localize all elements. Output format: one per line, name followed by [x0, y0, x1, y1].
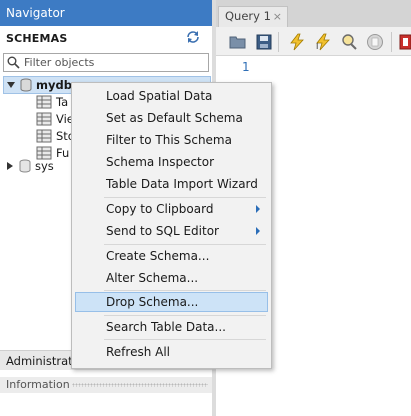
- menu-item-set-default-schema[interactable]: Set as Default Schema: [75, 108, 268, 128]
- open-folder-icon[interactable]: [229, 33, 247, 51]
- menu-separator: [104, 244, 266, 245]
- information-label: Information: [6, 378, 70, 391]
- explain-icon[interactable]: [340, 33, 358, 51]
- schema-context-menu: Load Spatial Data Set as Default Schema …: [71, 82, 272, 369]
- query-tab-label: Query 1: [225, 9, 271, 23]
- menu-item-drop-schema[interactable]: Drop Schema...: [75, 292, 268, 312]
- execute-icon[interactable]: [288, 33, 306, 51]
- tree-item-views[interactable]: Vie: [36, 110, 74, 128]
- close-tab-icon[interactable]: ×: [273, 7, 282, 26]
- menu-item-create-schema[interactable]: Create Schema...: [75, 246, 268, 266]
- information-panel: [0, 393, 212, 416]
- schemas-label: SCHEMAS: [6, 32, 68, 45]
- editor-toolbar: I: [216, 27, 411, 56]
- refresh-icon[interactable]: [186, 31, 200, 43]
- menu-item-refresh-all[interactable]: Refresh All: [75, 342, 268, 362]
- tree-label-sys: sys: [35, 159, 54, 173]
- stop-icon[interactable]: [366, 33, 384, 51]
- tree-item-sys[interactable]: sys: [5, 157, 54, 175]
- menu-separator: [104, 290, 266, 291]
- tree-item-tables[interactable]: Ta: [36, 93, 68, 111]
- procedure-folder-icon: [36, 129, 52, 143]
- submenu-arrow-icon: [256, 205, 260, 213]
- menu-separator: [104, 315, 266, 316]
- toolbar-separator: [391, 32, 392, 52]
- submenu-arrow-icon: [256, 227, 260, 235]
- tree-label-mydb: mydb: [36, 78, 72, 92]
- send-to-sql-editor-label: Send to SQL Editor: [106, 224, 219, 238]
- information-header: Information: [0, 377, 212, 393]
- toggle-icon[interactable]: [399, 33, 411, 51]
- menu-item-table-data-import-wizard[interactable]: Table Data Import Wizard: [75, 174, 268, 194]
- menu-item-load-spatial-data[interactable]: Load Spatial Data: [75, 86, 268, 106]
- execute-current-icon[interactable]: I: [314, 33, 332, 51]
- search-icon: [7, 56, 20, 69]
- expand-down-icon[interactable]: [6, 80, 16, 90]
- filter-objects-input[interactable]: [24, 54, 202, 70]
- copy-to-clipboard-label: Copy to Clipboard: [106, 202, 214, 216]
- menu-separator: [104, 339, 266, 340]
- tree-label-functions: Fu: [56, 146, 70, 160]
- tree-label-tables: Ta: [56, 95, 69, 109]
- navigator-header: Navigator: [0, 0, 212, 26]
- menu-item-search-table-data[interactable]: Search Table Data...: [75, 317, 268, 337]
- database-icon: [20, 78, 32, 92]
- tab-query-1[interactable]: Query 1 ×: [218, 6, 288, 27]
- table-folder-icon: [36, 95, 52, 109]
- toolbar-separator: [278, 32, 279, 52]
- line-number: 1: [242, 60, 250, 74]
- menu-separator: [104, 197, 266, 198]
- menu-item-filter-to-schema[interactable]: Filter to This Schema: [75, 130, 268, 150]
- tree-item-stored-procedures[interactable]: Sto: [36, 127, 75, 145]
- menu-item-send-to-sql-editor[interactable]: Send to SQL Editor: [75, 221, 268, 241]
- expand-right-icon[interactable]: [5, 161, 15, 171]
- resize-grip[interactable]: [72, 383, 208, 387]
- database-icon: [19, 159, 31, 173]
- navigator-title: Navigator: [6, 6, 65, 20]
- menu-item-copy-to-clipboard[interactable]: Copy to Clipboard: [75, 199, 268, 219]
- menu-item-alter-schema[interactable]: Alter Schema...: [75, 268, 268, 288]
- save-icon[interactable]: [255, 33, 273, 51]
- menu-item-schema-inspector[interactable]: Schema Inspector: [75, 152, 268, 172]
- filter-objects-field[interactable]: [3, 53, 209, 72]
- view-folder-icon: [36, 112, 52, 126]
- svg-text:I: I: [316, 42, 318, 51]
